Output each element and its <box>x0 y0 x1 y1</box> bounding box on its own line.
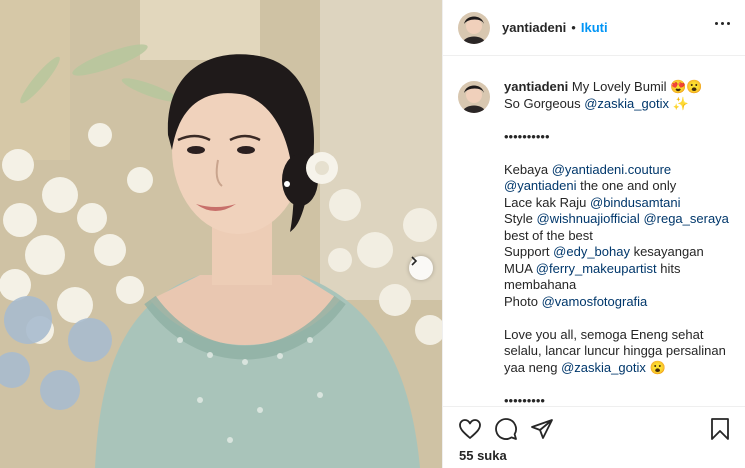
caption-text-part: Style <box>504 211 537 226</box>
caption-text-part: Kebaya <box>504 161 552 177</box>
mention-link[interactable]: @yantiadeni <box>504 178 576 193</box>
next-image-button[interactable] <box>409 256 433 280</box>
mention-link[interactable]: @zaskia_gotix <box>584 96 669 111</box>
caption-username[interactable]: yantiadeni <box>504 79 568 94</box>
separator-dot: • <box>571 20 576 35</box>
more-options-icon[interactable] <box>715 22 730 25</box>
caption-line: Kebaya @yantiadeni.couture <box>504 162 729 179</box>
caption-line: Support @edy_bohay kesayangan <box>504 244 729 261</box>
post-caption: yantiadeni My Lovely Bumil 😍😮 So Gorgeou… <box>443 57 745 406</box>
caption-line: yaa neng @zaskia_gotix 😮 <box>504 360 729 377</box>
caption-dots: •••••••••• <box>504 128 550 144</box>
mention-link[interactable]: @yantiadeni.couture <box>552 162 671 177</box>
mention-link[interactable]: @rega_seraya <box>643 211 728 226</box>
caption-line: membahana <box>504 277 577 292</box>
mention-link[interactable]: @edy_bohay <box>553 244 630 259</box>
post-photo[interactable] <box>0 0 442 468</box>
mention-link[interactable]: @vamosfotografia <box>542 294 648 309</box>
caption-avatar[interactable] <box>458 81 490 113</box>
caption-line: Lace kak Raju @bindusamtani <box>504 195 729 212</box>
caption-text-part: 😮 <box>645 359 666 375</box>
mention-link[interactable]: @bindusamtani <box>590 195 681 210</box>
post-header: yantiadeni • Ikuti <box>443 0 745 56</box>
post-side-panel: yantiadeni • Ikuti yantiadeni My Lovely … <box>442 0 745 468</box>
caption-line: best of the best <box>504 227 593 243</box>
instagram-post: yantiadeni • Ikuti yantiadeni My Lovely … <box>0 0 745 468</box>
caption-text-part: kesayangan <box>629 244 704 259</box>
caption-text-part: So Gorgeous <box>504 95 585 111</box>
caption-line: @yantiadeni the one and only <box>504 178 729 195</box>
username-link[interactable]: yantiadeni <box>502 20 566 35</box>
caption-text-part: My Lovely Bumil 😍😮 <box>571 79 703 94</box>
caption-dots: ••••••••• <box>504 392 545 407</box>
comments-area[interactable]: yantiadeni My Lovely Bumil 😍😮 So Gorgeou… <box>443 57 745 406</box>
caption-text-part: ✨ <box>668 95 689 111</box>
caption-text-part: Photo <box>504 293 542 309</box>
caption-text-part: the one and only <box>576 178 677 193</box>
mention-link[interactable]: @wishnuajiofficial <box>537 211 640 226</box>
caption-line: selalu, lancar luncur hingga persalinan <box>504 343 726 358</box>
caption-line: So Gorgeous @zaskia_gotix ✨ <box>504 96 729 113</box>
caption-text-part: Lace kak Raju <box>504 194 590 210</box>
bookmark-icon[interactable] <box>708 417 732 441</box>
photo-illustration <box>0 0 442 468</box>
caption-line: Style @wishnuajiofficial @rega_seraya <box>504 211 729 228</box>
caption-text-part: yaa neng <box>504 359 562 375</box>
caption-text: yantiadeni My Lovely Bumil 😍😮 So Gorgeou… <box>504 79 729 406</box>
mention-link[interactable]: @zaskia_gotix <box>561 360 646 375</box>
caption-line: Love you all, semoga Eneng sehat <box>504 326 704 342</box>
comment-icon[interactable] <box>494 417 518 441</box>
caption-text-part: hits <box>656 260 681 276</box>
follow-button[interactable]: Ikuti <box>581 20 608 35</box>
mention-link[interactable]: @ferry_makeupartist <box>536 261 657 276</box>
caption-line: Photo @vamosfotografia <box>504 294 729 311</box>
heart-icon[interactable] <box>458 417 482 441</box>
caption-line: MUA @ferry_makeupartist hits <box>504 261 729 278</box>
caption-text-part: Support <box>504 244 554 259</box>
likes-count[interactable]: 55 suka <box>459 448 507 463</box>
caption-line: yantiadeni My Lovely Bumil 😍😮 <box>504 79 729 96</box>
avatar[interactable] <box>458 11 490 44</box>
action-bar <box>443 406 745 444</box>
caption-text-part: MUA <box>504 260 536 276</box>
share-icon[interactable] <box>530 417 554 441</box>
